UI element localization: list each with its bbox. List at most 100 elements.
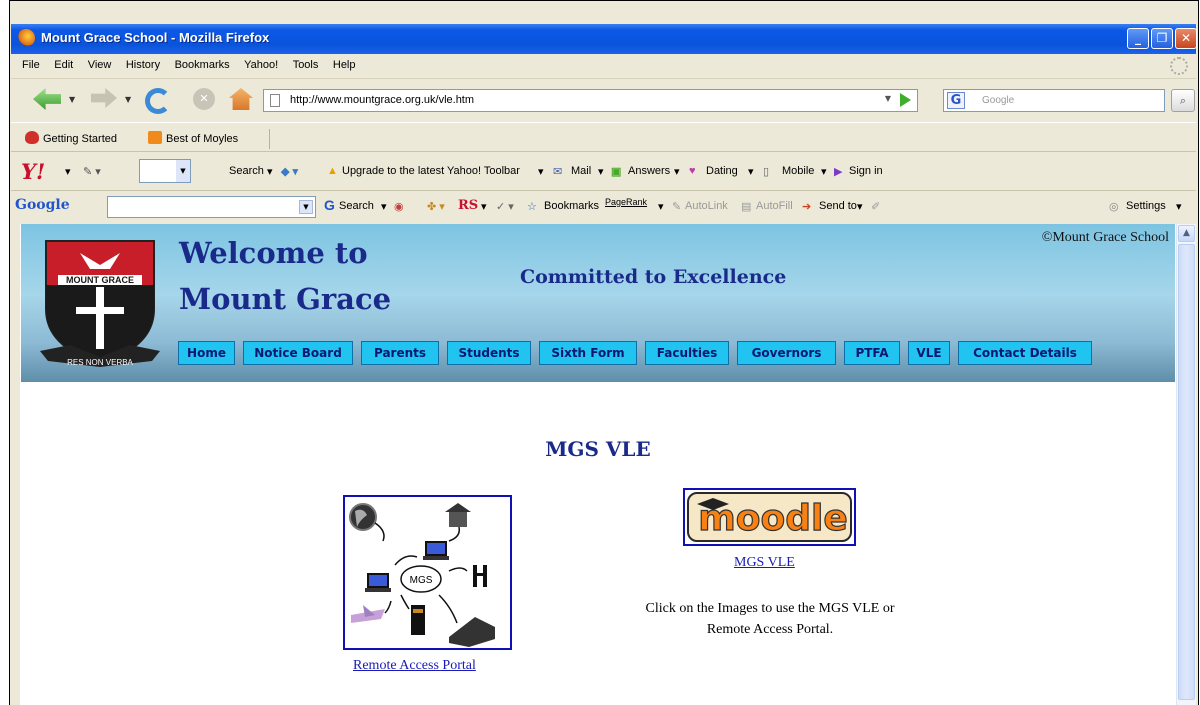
yahoo-signin-button[interactable]: Sign in [849, 165, 883, 177]
search-magnifier-icon[interactable]: ⌕ [1171, 89, 1195, 112]
menu-help[interactable]: Help [333, 59, 356, 71]
moodle-logo-image[interactable]: moodle [683, 488, 856, 546]
yahoo-logo[interactable]: Y! [21, 159, 45, 184]
mobile-dropdown-icon[interactable]: ▾ [821, 165, 827, 178]
scroll-up-arrow-icon[interactable]: ▲ [1178, 225, 1195, 242]
nav-faculties[interactable]: Faculties [645, 341, 729, 365]
google-bookmarks-button[interactable]: Bookmarks [544, 200, 599, 212]
news-icon[interactable]: ◉ [394, 200, 404, 213]
answers-dropdown-icon[interactable]: ▾ [674, 165, 680, 178]
yahoo-upgrade-link[interactable]: Upgrade to the latest Yahoo! Toolbar [342, 165, 520, 177]
menu-tools[interactable]: Tools [293, 59, 319, 71]
minimize-button[interactable]: _ [1127, 28, 1149, 49]
menu-edit[interactable]: Edit [54, 59, 73, 71]
window-title: Mount Grace School - Mozilla Firefox [41, 30, 270, 45]
nav-governors[interactable]: Governors [737, 341, 836, 365]
scrollbar-thumb[interactable] [1178, 244, 1195, 700]
settings-button[interactable]: Settings [1126, 200, 1166, 212]
yahoo-answers-button[interactable]: Answers [628, 165, 670, 177]
url-text[interactable]: http://www.mountgrace.org.uk/vle.htm [290, 94, 474, 106]
nav-parents[interactable]: Parents [361, 341, 439, 365]
google-search-dropdown-icon[interactable]: ▼ [299, 200, 313, 214]
url-dropdown-icon[interactable]: ▼ [885, 94, 891, 103]
forward-arrow-icon[interactable] [91, 88, 117, 108]
bookmark-getting-started[interactable]: Getting Started [25, 131, 117, 145]
dating-dropdown-icon[interactable]: ▾ [748, 165, 754, 178]
menu-bookmarks[interactable]: Bookmarks [175, 59, 230, 71]
settings-dropdown-icon[interactable]: ▾ [1176, 200, 1182, 213]
instructions-text: Click on the Images to use the MGS VLE o… [600, 598, 940, 640]
yahoo-search-input[interactable]: ▼ [139, 159, 191, 183]
yahoo-mail-button[interactable]: Mail [571, 165, 591, 177]
bookmarks-star-icon: ☆ [527, 201, 537, 213]
google-engine-icon[interactable]: G [947, 92, 965, 109]
copyright-text: ©Mount Grace School [1041, 230, 1169, 245]
remote-access-portal-link[interactable]: Remote Access Portal [353, 658, 476, 674]
upgrade-dropdown-icon[interactable]: ▾ [538, 165, 544, 178]
instructions-line1: Click on the Images to use the MGS VLE o… [645, 601, 895, 616]
send-to-dropdown-icon[interactable]: ▾ [857, 200, 863, 213]
home-icon[interactable] [229, 88, 253, 110]
nav-sixth-form[interactable]: Sixth Form [539, 341, 637, 365]
rs-dropdown-icon[interactable]: ▾ [481, 200, 487, 213]
nav-vle[interactable]: VLE [908, 341, 950, 365]
send-to-button[interactable]: Send to [819, 200, 857, 212]
answers-icon: ▣ [611, 166, 622, 178]
yahoo-toolbar: Y! ▾ ✎ ▾ ▼ Search ▾ ◆ ▾ ▲ Upgrade to the… [11, 153, 1196, 191]
highlighter-icon[interactable]: ✐ [871, 200, 880, 213]
back-history-dropdown-icon[interactable]: ▼ [69, 95, 75, 104]
nav-home[interactable]: Home [178, 341, 235, 365]
portal-center-label: MGS [410, 575, 433, 586]
autofill-button[interactable]: AutoFill [756, 200, 793, 212]
popup-blocker-icon[interactable]: ✤ ▾ [427, 200, 445, 213]
warning-icon: ▲ [327, 165, 338, 177]
nav-contact-details[interactable]: Contact Details [958, 341, 1092, 365]
google-search-button[interactable]: Search [339, 200, 374, 212]
maximize-button[interactable]: ❐ [1151, 28, 1173, 49]
pagerank-indicator[interactable]: PageRank [605, 197, 647, 207]
page-viewport: MOUNT GRACE RES NON VERBA Welcome to Mou… [20, 224, 1176, 705]
crest-motto-text: RES NON VERBA [67, 358, 133, 367]
school-crest-logo: MOUNT GRACE RES NON VERBA [40, 240, 160, 367]
yahoo-search-dropdown-icon[interactable]: ▼ [176, 160, 190, 182]
yahoo-mobile-button[interactable]: Mobile [782, 165, 814, 177]
navigation-toolbar: ▼ ▼ ✕ http://www.mountgrace.org.uk/vle.h… [11, 80, 1196, 120]
yahoo-search-button[interactable]: Search [229, 165, 264, 177]
menu-yahoo[interactable]: Yahoo! [244, 59, 278, 71]
nav-students[interactable]: Students [447, 341, 531, 365]
address-bar[interactable]: http://www.mountgrace.org.uk/vle.htm ▼ [263, 89, 918, 112]
yahoo-menu-dropdown-icon[interactable]: ▾ [65, 165, 71, 178]
pencil-icon[interactable]: ✎ ▾ [83, 165, 101, 178]
stop-icon[interactable]: ✕ [193, 88, 215, 110]
mgs-vle-link[interactable]: MGS VLE [734, 555, 795, 571]
yahoo-dating-button[interactable]: Dating [706, 165, 738, 177]
forward-history-dropdown-icon[interactable]: ▼ [125, 95, 131, 104]
vertical-scrollbar[interactable]: ▲ [1176, 224, 1196, 705]
nav-ptfa[interactable]: PTFA [844, 341, 900, 365]
rs-button[interactable]: RS [458, 198, 478, 213]
mobile-phone-icon: ▯ [763, 166, 770, 178]
remote-access-portal-image[interactable]: MGS [343, 495, 512, 650]
google-search-input[interactable]: ▼ [107, 196, 316, 218]
close-button[interactable]: ✕ [1175, 28, 1197, 49]
shield-icon[interactable]: ◆ ▾ [281, 165, 298, 178]
google-search-dropdown-arrow-icon[interactable]: ▾ [381, 200, 387, 213]
menu-file[interactable]: File [22, 59, 40, 71]
search-dropdown-icon[interactable]: ▾ [267, 165, 273, 178]
spellcheck-icon[interactable]: ✓ ▾ [496, 200, 514, 213]
go-arrow-icon[interactable] [900, 93, 911, 107]
google-toolbar: Google ▼ G Search ▾ ◉ ✤ ▾ RS ▾ ✓ ▾ ☆ Boo… [11, 192, 1196, 222]
menu-view[interactable]: View [88, 59, 112, 71]
menu-history[interactable]: History [126, 59, 160, 71]
nav-notice-board[interactable]: Notice Board [243, 341, 353, 365]
page-icon [270, 94, 280, 107]
search-box[interactable]: G Google [943, 89, 1165, 112]
mail-dropdown-icon[interactable]: ▾ [598, 165, 604, 178]
reload-icon[interactable] [145, 88, 171, 114]
autolink-button[interactable]: AutoLink [685, 200, 728, 212]
back-arrow-icon[interactable] [33, 88, 61, 110]
bookmark-best-of-moyles[interactable]: Best of Moyles [148, 131, 238, 145]
site-header-banner: MOUNT GRACE RES NON VERBA Welcome to Mou… [21, 224, 1175, 382]
pagerank-dropdown-icon[interactable]: ▾ [658, 200, 664, 213]
google-logo[interactable]: Google [15, 197, 70, 213]
